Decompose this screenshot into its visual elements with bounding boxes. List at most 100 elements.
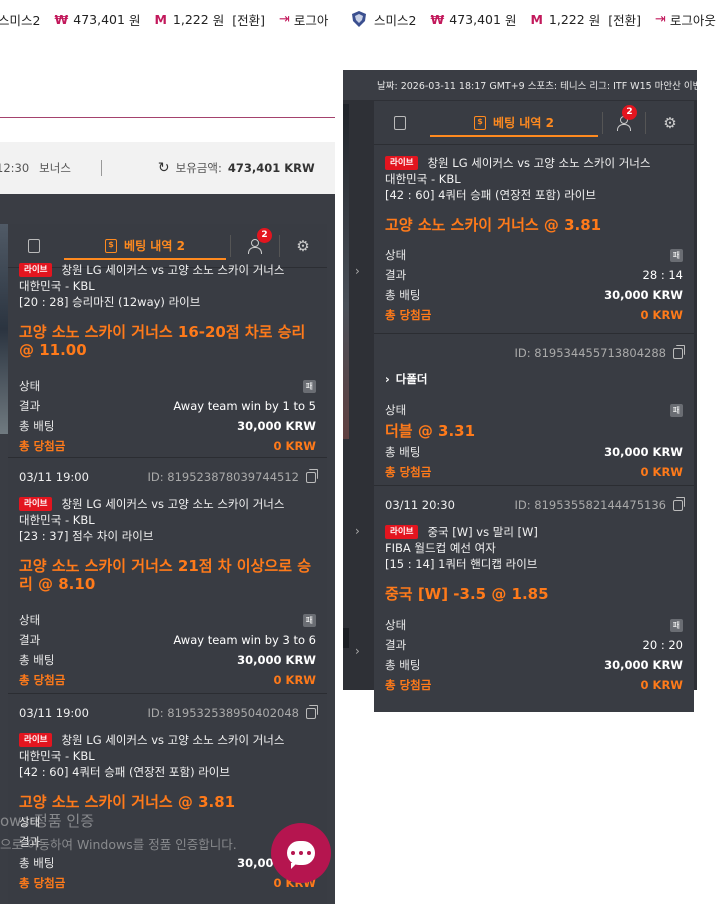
chat-button[interactable]	[271, 823, 331, 883]
tab-settings[interactable]: ⚙	[646, 101, 694, 145]
match-line: 라이브 창원 LG 세이커스 vs 고양 소노 스카이 거너스	[19, 496, 316, 512]
chevron-right-icon: ›	[385, 372, 390, 386]
balance-value: 473,401	[73, 11, 125, 27]
result-label: 결과	[385, 638, 407, 652]
won-icon: ₩	[54, 11, 69, 27]
winnings-value: 0 KRW	[640, 678, 683, 692]
points-unit: 원	[212, 12, 225, 28]
time-label: 12:30	[0, 161, 30, 175]
winnings-label: 총 당첨금	[19, 673, 66, 687]
chevron-right-icon[interactable]: ›	[355, 644, 360, 658]
match-title: 창원 LG 세이커스 vs 고양 소노 스카이 거너스	[61, 263, 285, 277]
logout-link[interactable]: 로그아	[294, 10, 329, 29]
tab-users[interactable]: 2	[603, 101, 645, 145]
bet-meta-row: 03/11 19:00 ID: 819523878039744512	[19, 458, 318, 496]
copy-icon[interactable]	[306, 468, 318, 483]
background-image-strip	[343, 628, 349, 648]
bet-meta-row: 03/11 20:30 ID: 819535582144475136	[385, 486, 685, 524]
stake-value: 30,000 KRW	[604, 658, 683, 672]
won-icon: ₩	[430, 11, 445, 27]
winnings-row: 총 당첨금 0 KRW	[19, 873, 316, 893]
receipt-icon: $	[105, 238, 118, 253]
tab-users[interactable]: 2	[231, 224, 279, 268]
winnings-row: 총 당첨금 0 KRW	[19, 670, 316, 690]
tab-bet-count: 2	[545, 115, 554, 130]
winnings-row: 총 당첨금 0 KRW	[385, 675, 683, 695]
bet-card: ID: 819534455713804288 › 다폴더 상태 패 더블 @ 3.3…	[374, 334, 694, 486]
bet-card: 03/11 20:30 ID: 819535582144475136 라이브중국 …	[374, 486, 694, 712]
bonus-label: 보너스	[39, 161, 71, 175]
logout-icon[interactable]: ⇥	[279, 12, 290, 27]
gear-icon: ⚙	[663, 113, 677, 132]
header-gap	[343, 38, 721, 70]
bet-id: ID: 819532538950402048	[148, 704, 318, 720]
status-badge: 패	[669, 403, 683, 417]
chevron-right-icon[interactable]: ›	[355, 264, 360, 278]
points-value: 1,222	[548, 11, 585, 27]
league-name: FIBA 월드컵 예선 여자	[385, 541, 496, 555]
live-badge: 라이브	[385, 156, 419, 170]
pick-title: 중국 [W] -3.5 @ 1.85	[385, 585, 549, 603]
status-badge: 패	[302, 613, 316, 627]
market-name: [42 : 60] 4쿼터 승패 (연장전 포함) 라이브	[385, 188, 596, 202]
result-row: 결과 Away team win by 1 to 5	[19, 396, 316, 416]
result-value: 20 : 20	[642, 638, 683, 652]
winnings-label: 총 당첨금	[385, 308, 432, 322]
copy-icon[interactable]	[673, 496, 685, 511]
live-badge: 라이브	[385, 525, 419, 539]
tab-settings[interactable]: ⚙	[280, 224, 326, 268]
status-label: 상태	[19, 613, 41, 627]
copy-icon[interactable]	[673, 344, 685, 359]
balance-value: 473,401	[449, 11, 501, 27]
result-value: Away team win by 1 to 5	[173, 399, 316, 413]
status-label: 상태	[19, 379, 41, 393]
winnings-label: 총 당첨금	[385, 678, 432, 692]
bet-card: 03/11 19:00 ID: 819523878039744512 라이브 창원 …	[8, 458, 327, 694]
chevron-right-icon[interactable]: ›	[355, 524, 360, 538]
status-label: 상태	[385, 248, 407, 262]
convert-button[interactable]: [전환]	[608, 10, 641, 29]
logout-link[interactable]: 로그아웃	[670, 10, 716, 29]
stake-label: 총 배팅	[19, 419, 55, 433]
status-label: 상태	[385, 618, 407, 632]
tab-bet-history-label: 베팅 내역	[124, 239, 173, 253]
stake-value: 30,000 KRW	[237, 419, 316, 433]
copy-icon[interactable]	[306, 704, 318, 719]
left-window: 스미스2 ₩ 473,401원 M 1,222원 [전환] ⇥ 로그아 12:3…	[0, 0, 335, 904]
winnings-row: 총 당첨금 0 KRW	[385, 305, 683, 325]
points-unit: 원	[588, 12, 601, 28]
multi-folder-toggle[interactable]: › 다폴더	[385, 372, 683, 386]
points-icon: M	[154, 11, 167, 27]
tab-betslip[interactable]	[374, 101, 426, 145]
status-row: 상태 패	[385, 245, 683, 265]
holding-label: 보유금액:	[175, 161, 222, 175]
bet-date: 03/11 19:00	[19, 470, 89, 484]
tab-bet-history[interactable]: $ 베팅 내역 2	[60, 224, 230, 268]
points-icon: M	[530, 11, 543, 27]
tab-bet-history-label: 베팅 내역	[493, 116, 542, 130]
right-window: 스미스2 ₩ 473,401 원 M 1,222 원 [전환] ⇥ 로그아웃 날짜:…	[343, 0, 721, 904]
bet-date: 03/11 19:00	[19, 706, 89, 720]
pick-title: 고양 소노 스카이 거너스 @ 3.81	[385, 216, 602, 234]
top-user-bar: 스미스2 ₩ 473,401 원 M 1,222 원 [전환] ⇥ 로그아웃	[350, 0, 716, 38]
result-row: 결과 28 : 14	[385, 265, 683, 285]
panel-tabs: $ 베팅 내역 2 2 ⚙	[374, 101, 694, 145]
winnings-value: 0 KRW	[640, 308, 683, 322]
balance-unit: 원	[128, 12, 141, 28]
clipboard-icon	[394, 115, 406, 130]
live-badge: 라이브	[19, 263, 53, 277]
status-row: 상태 패	[19, 610, 316, 630]
tab-bet-history[interactable]: $ 베팅 내역 2	[426, 101, 602, 145]
bet-id: ID: 819523878039744512	[148, 468, 318, 484]
convert-button[interactable]: [전환]	[232, 10, 265, 29]
logout-icon[interactable]: ⇥	[655, 12, 666, 27]
result-value: Away team win by 3 to 6	[173, 633, 316, 647]
stake-label: 총 배팅	[385, 445, 421, 459]
match-line: 라이브 창원 LG 세이커스 vs 고양 소노 스카이 거너스	[19, 262, 316, 278]
windows-activation-watermark-sub: 으로 이동하여 Windows를 정품 인증합니다.	[0, 837, 237, 852]
match-title: 창원 LG 세이커스 vs 고양 소노 스카이 거너스	[61, 497, 285, 511]
bet-card: 라이브 창원 LG 세이커스 vs 고양 소노 스카이 거너스 대한민국 - KB…	[374, 145, 694, 334]
refresh-icon[interactable]: ↻	[158, 160, 170, 176]
result-value: 28 : 14	[642, 268, 683, 282]
tab-betslip[interactable]	[8, 224, 60, 268]
